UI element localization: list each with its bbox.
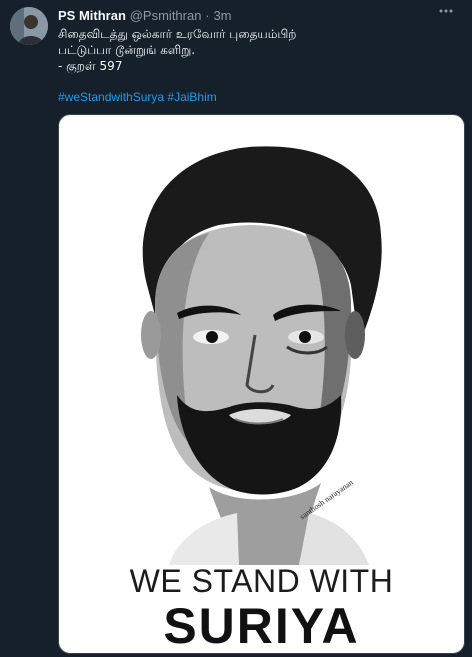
avatar[interactable] (10, 7, 48, 45)
poster-name: SURIYA (163, 598, 360, 654)
avatar-image (10, 7, 48, 45)
hashtag-link[interactable]: #JaiBhim (167, 90, 216, 104)
tweet-text-line: பட்டுப்பா டூன்றுங் களிறு. (58, 43, 196, 57)
tweet-header: PS Mithran @Psmithran · 3m (58, 7, 432, 25)
tweet-media-image[interactable]: santhosh narayanan WE STAND WITH SURIYA (58, 114, 465, 654)
tweet-text: சிதைவிடத்து ஒல்கார் உரவோர் புதையம்பிற் ப… (58, 26, 458, 74)
hashtags: #weStandwithSurya #JaiBhim (58, 89, 217, 105)
tweet-text-line: - குறள் 597 (58, 59, 123, 73)
tweet-text-line: சிதைவிடத்து ஒல்கார் உரவோர் புதையம்பிற் (58, 27, 297, 41)
portrait-illustration (141, 146, 382, 565)
poster-headline: WE STAND WITH (129, 563, 394, 599)
separator-dot: · (205, 8, 210, 23)
hashtag-link[interactable]: #weStandwithSurya (58, 90, 164, 104)
tweet-card[interactable]: PS Mithran @Psmithran · 3m சிதைவிடத்து ஒ… (0, 0, 472, 657)
more-options-icon[interactable] (434, 4, 458, 24)
user-handle[interactable]: @Psmithran (130, 8, 202, 23)
display-name[interactable]: PS Mithran (58, 8, 126, 23)
timestamp[interactable]: 3m (213, 8, 231, 23)
